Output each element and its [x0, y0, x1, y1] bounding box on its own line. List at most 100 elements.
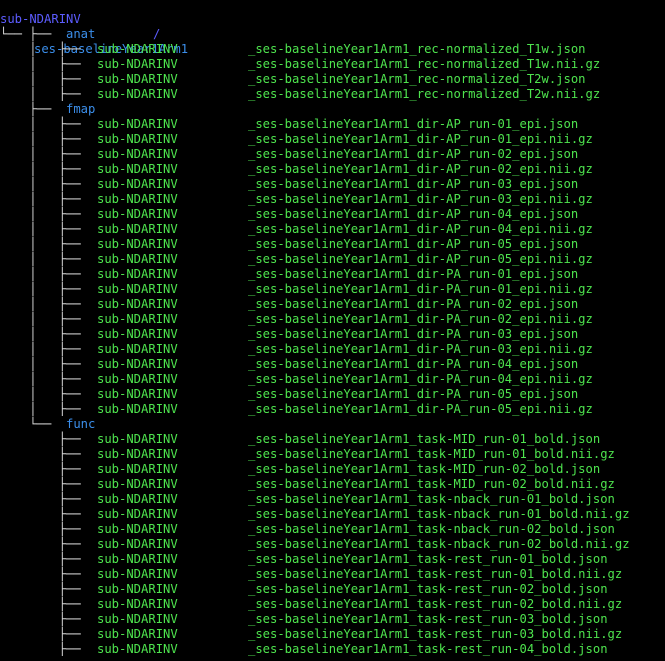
- file-name-suffix: _ses-baselineYear1Arm1_task-MID_run-02_b…: [248, 462, 601, 476]
- tree-connector: │ ├──: [0, 402, 89, 416]
- file-line: │ ├── sub-NDARINV _ses-baselineYear1Arm1_…: [0, 72, 665, 87]
- tree-connector: │ ├──: [0, 42, 89, 56]
- tree-connector: ├──: [0, 477, 89, 491]
- file-line: │ ├── sub-NDARINV _ses-baselineYear1Arm1_…: [0, 177, 665, 192]
- file-name-suffix: _ses-baselineYear1Arm1_task-MID_run-02_b…: [248, 477, 615, 491]
- file-subject-prefix: sub-NDARINV: [97, 447, 178, 461]
- file-subject-prefix: sub-NDARINV: [97, 612, 178, 626]
- file-line: ├── sub-NDARINV _ses-baselineYear1Arm1_ta…: [0, 492, 665, 507]
- tree-connector: ├──: [0, 582, 89, 596]
- file-line: ├── sub-NDARINV _ses-baselineYear1Arm1_ta…: [0, 627, 665, 642]
- file-name-suffix: _ses-baselineYear1Arm1_dir-PA_run-01_epi…: [248, 267, 579, 281]
- tree-connector: │ ├──: [0, 117, 89, 131]
- file-subject-prefix: sub-NDARINV: [97, 177, 178, 191]
- tree-connector: │ ├──: [0, 192, 89, 206]
- tree-connector: ├──: [0, 447, 89, 461]
- file-line: ├── sub-NDARINV _ses-baselineYear1Arm1_ta…: [0, 567, 665, 582]
- file-name-suffix: _ses-baselineYear1Arm1_task-rest_run-01_…: [248, 567, 623, 581]
- tree-connector: ├──: [0, 597, 89, 611]
- file-line: │ ├── sub-NDARINV _ses-baselineYear1Arm1_…: [0, 357, 665, 372]
- file-subject-prefix: sub-NDARINV: [97, 312, 178, 326]
- file-name-suffix: _ses-baselineYear1Arm1_task-rest_run-02_…: [248, 582, 608, 596]
- file-name-suffix: _ses-baselineYear1Arm1_dir-PA_run-05_epi…: [248, 387, 579, 401]
- file-name-suffix: _ses-baselineYear1Arm1_task-MID_run-01_b…: [248, 447, 615, 461]
- tree-connector: │ ├──: [0, 357, 89, 371]
- folder-name: anat: [66, 27, 96, 41]
- tree-connector: ├──: [0, 522, 89, 536]
- tree-connector: ├──: [0, 642, 89, 656]
- file-subject-prefix: sub-NDARINV: [97, 72, 178, 86]
- tree-connector: │ ├──: [0, 177, 89, 191]
- tree-connector: │ ├──: [0, 147, 89, 161]
- tree-connector: │ ├──: [0, 387, 89, 401]
- file-name-suffix: _ses-baselineYear1Arm1_rec-normalized_T1…: [248, 57, 601, 71]
- file-line: │ ├── sub-NDARINV _ses-baselineYear1Arm1_…: [0, 87, 665, 102]
- terminal-output: sub-NDARINV / └── ses-baselineYear1Arm1 …: [0, 0, 665, 657]
- file-subject-prefix: sub-NDARINV: [97, 552, 178, 566]
- file-name-suffix: _ses-baselineYear1Arm1_dir-AP_run-02_epi…: [248, 147, 579, 161]
- tree-connector: │ ├──: [0, 342, 89, 356]
- tree-connector: ├──: [0, 627, 89, 641]
- tree-connector: │ ├──: [0, 222, 89, 236]
- file-name-suffix: _ses-baselineYear1Arm1_dir-PA_run-02_epi…: [248, 312, 593, 326]
- file-name-suffix: _ses-baselineYear1Arm1_dir-AP_run-04_epi…: [248, 207, 579, 221]
- tree-connector: │ ├──: [0, 57, 89, 71]
- file-line: │ ├── sub-NDARINV _ses-baselineYear1Arm1_…: [0, 132, 665, 147]
- file-name-suffix: _ses-baselineYear1Arm1_dir-AP_run-05_epi…: [248, 237, 579, 251]
- tree-connector: │ ├──: [0, 207, 89, 221]
- file-line: ├── sub-NDARINV _ses-baselineYear1Arm1_ta…: [0, 642, 665, 657]
- folder-connector: ├──: [0, 27, 59, 41]
- file-line: ├── sub-NDARINV _ses-baselineYear1Arm1_ta…: [0, 522, 665, 537]
- tree-connector: │ ├──: [0, 72, 89, 86]
- file-name-suffix: _ses-baselineYear1Arm1_rec-normalized_T2…: [248, 87, 601, 101]
- tree-connector: │ ├──: [0, 237, 89, 251]
- file-line: ├── sub-NDARINV _ses-baselineYear1Arm1_ta…: [0, 612, 665, 627]
- file-name-suffix: _ses-baselineYear1Arm1_task-nback_run-02…: [248, 522, 615, 536]
- file-subject-prefix: sub-NDARINV: [97, 252, 178, 266]
- file-name-suffix: _ses-baselineYear1Arm1_rec-normalized_T2…: [248, 72, 586, 86]
- file-subject-prefix: sub-NDARINV: [97, 387, 178, 401]
- file-line: ├── sub-NDARINV _ses-baselineYear1Arm1_ta…: [0, 447, 665, 462]
- folder-connector: ├──: [0, 102, 59, 116]
- file-line: ├── sub-NDARINV _ses-baselineYear1Arm1_ta…: [0, 507, 665, 522]
- file-line: ├── sub-NDARINV _ses-baselineYear1Arm1_ta…: [0, 582, 665, 597]
- file-name-suffix: _ses-baselineYear1Arm1_task-rest_run-04_…: [248, 642, 608, 656]
- file-name-suffix: _ses-baselineYear1Arm1_task-nback_run-01…: [248, 492, 615, 506]
- file-name-suffix: _ses-baselineYear1Arm1_task-rest_run-02_…: [248, 597, 623, 611]
- file-subject-prefix: sub-NDARINV: [97, 192, 178, 206]
- file-name-suffix: _ses-baselineYear1Arm1_dir-PA_run-04_epi…: [248, 357, 579, 371]
- file-subject-prefix: sub-NDARINV: [97, 357, 178, 371]
- file-subject-prefix: sub-NDARINV: [97, 207, 178, 221]
- file-name-suffix: _ses-baselineYear1Arm1_dir-PA_run-02_epi…: [248, 297, 579, 311]
- tree-connector: ├──: [0, 612, 89, 626]
- file-line: │ ├── sub-NDARINV _ses-baselineYear1Arm1_…: [0, 192, 665, 207]
- file-line: │ ├── sub-NDARINV _ses-baselineYear1Arm1_…: [0, 342, 665, 357]
- file-line: │ ├── sub-NDARINV _ses-baselineYear1Arm1_…: [0, 42, 665, 57]
- file-line: │ ├── sub-NDARINV _ses-baselineYear1Arm1_…: [0, 297, 665, 312]
- root-line: sub-NDARINV /: [0, 0, 665, 41]
- file-subject-prefix: sub-NDARINV: [97, 237, 178, 251]
- file-subject-prefix: sub-NDARINV: [97, 522, 178, 536]
- file-subject-prefix: sub-NDARINV: [97, 567, 178, 581]
- file-subject-prefix: sub-NDARINV: [97, 132, 178, 146]
- file-line: │ ├── sub-NDARINV _ses-baselineYear1Arm1_…: [0, 237, 665, 252]
- file-name-suffix: _ses-baselineYear1Arm1_dir-AP_run-01_epi…: [248, 132, 593, 146]
- file-subject-prefix: sub-NDARINV: [97, 162, 178, 176]
- folder-line-fmap: ├── fmap: [0, 102, 665, 117]
- file-name-suffix: _ses-baselineYear1Arm1_dir-PA_run-01_epi…: [248, 282, 593, 296]
- file-line: │ ├── sub-NDARINV _ses-baselineYear1Arm1_…: [0, 267, 665, 282]
- file-subject-prefix: sub-NDARINV: [97, 117, 178, 131]
- tree-connector: │ ├──: [0, 297, 89, 311]
- file-line: ├── sub-NDARINV _ses-baselineYear1Arm1_ta…: [0, 462, 665, 477]
- file-subject-prefix: sub-NDARINV: [97, 462, 178, 476]
- file-subject-prefix: sub-NDARINV: [97, 507, 178, 521]
- session-line: └── ses-baselineYear1Arm1: [0, 12, 665, 56]
- file-subject-prefix: sub-NDARINV: [97, 627, 178, 641]
- tree-connector: ├──: [0, 462, 89, 476]
- file-line: │ ├── sub-NDARINV _ses-baselineYear1Arm1_…: [0, 117, 665, 132]
- tree-connector: ├──: [0, 567, 89, 581]
- file-line: │ ├── sub-NDARINV _ses-baselineYear1Arm1_…: [0, 327, 665, 342]
- file-subject-prefix: sub-NDARINV: [97, 147, 178, 161]
- tree-connector: │ ├──: [0, 267, 89, 281]
- file-subject-prefix: sub-NDARINV: [97, 222, 178, 236]
